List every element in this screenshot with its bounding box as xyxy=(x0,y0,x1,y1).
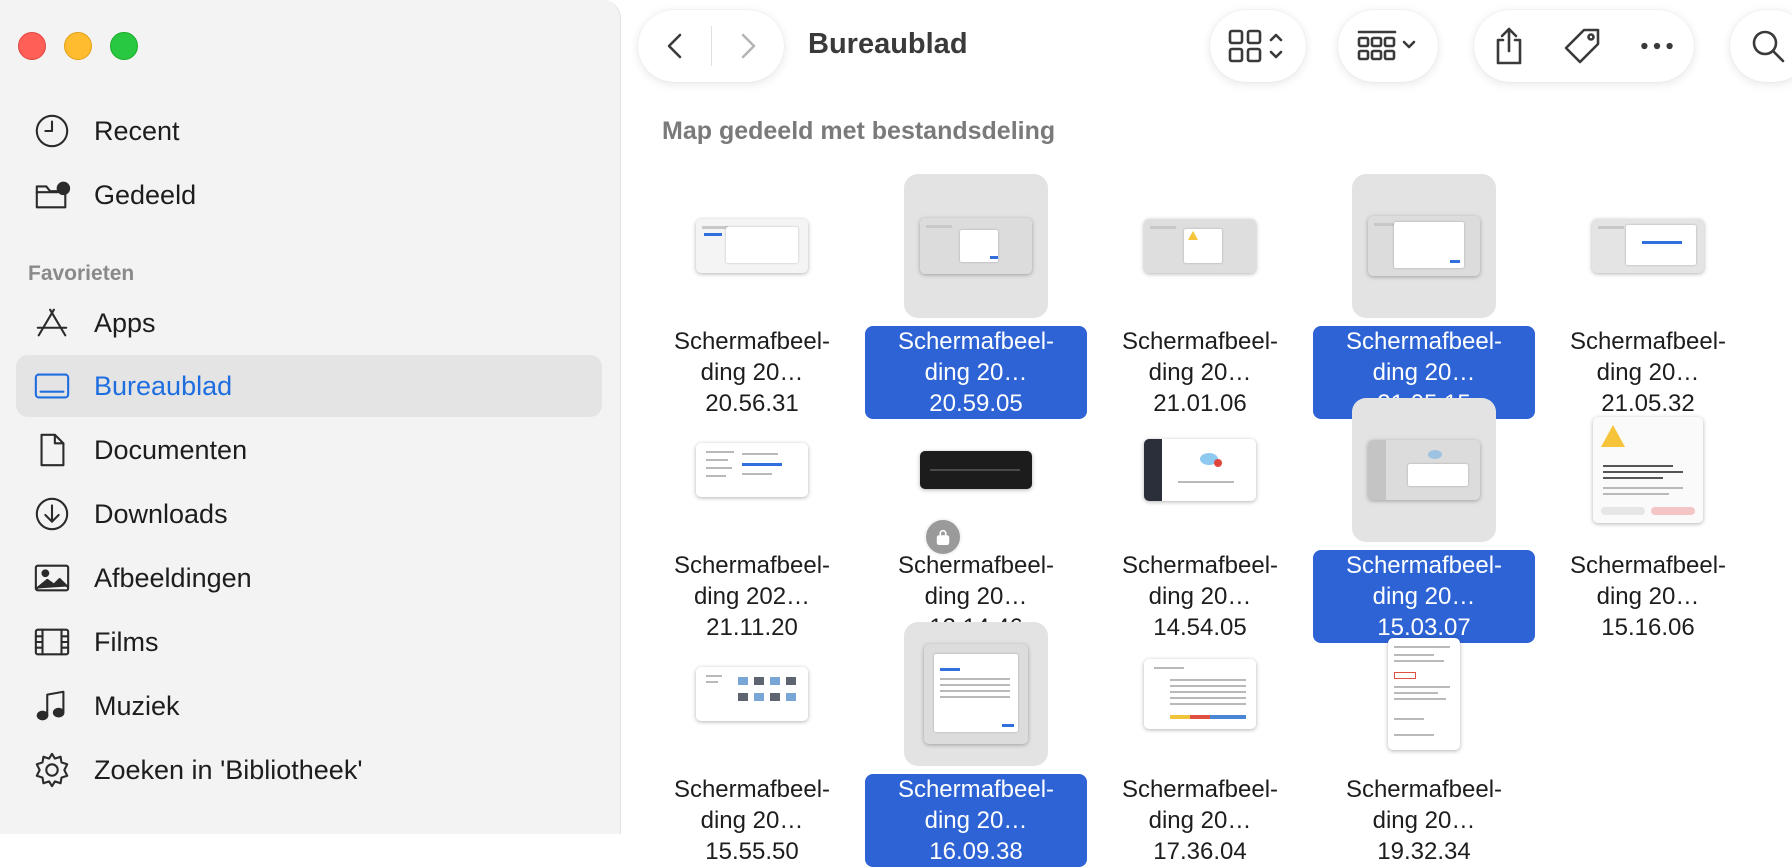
sidebar-item-bureaublad[interactable]: Bureaublad xyxy=(16,355,602,417)
file-item[interactable]: Schermafbeel-ding 20…15.55.50 xyxy=(641,622,863,865)
search-icon xyxy=(1752,30,1785,63)
sidebar: Recent Gedeeld Favorieten Apps Bureaubla… xyxy=(0,0,621,834)
download-icon xyxy=(32,494,72,534)
sidebar-item-apps[interactable]: Apps xyxy=(16,292,602,354)
zoom-window-button[interactable] xyxy=(110,32,138,60)
apps-icon xyxy=(32,303,72,343)
file-thumbnail xyxy=(680,398,824,542)
file-thumbnail xyxy=(1576,398,1720,542)
more-icon[interactable] xyxy=(1639,40,1675,52)
view-mode-button[interactable] xyxy=(1210,10,1306,82)
sidebar-item-label: Gedeeld xyxy=(94,179,197,210)
share-icon[interactable] xyxy=(1493,26,1525,66)
sidebar-item-label: Apps xyxy=(94,307,156,338)
file-item[interactable]: Schermafbeel-ding 20…17.36.04 xyxy=(1089,622,1311,865)
group-header: Map gedeeld met bestandsdeling xyxy=(662,117,1056,145)
file-thumbnail xyxy=(1128,622,1272,766)
close-window-button[interactable] xyxy=(18,32,46,60)
forward-button[interactable] xyxy=(726,16,768,76)
search-button[interactable] xyxy=(1730,10,1792,82)
clock-icon xyxy=(32,111,72,151)
sidebar-item-label: Films xyxy=(94,626,159,657)
group-by-button[interactable] xyxy=(1338,10,1438,82)
file-item[interactable]: Schermafbeel-ding 20…16.09.38 xyxy=(865,622,1087,867)
file-item[interactable]: Schermafbeel-ding 20…19.32.34 xyxy=(1313,622,1535,865)
sidebar-item-gedeeld[interactable]: Gedeeld xyxy=(16,164,602,226)
file-item[interactable]: Schermafbeel-ding 20…21.05.32 xyxy=(1537,174,1759,417)
sidebar-item-downloads[interactable]: Downloads xyxy=(16,483,602,545)
sidebar-item-label: Muziek xyxy=(94,690,180,721)
sidebar-item-label: Downloads xyxy=(94,498,228,529)
file-thumbnail xyxy=(1128,398,1272,542)
photo-icon xyxy=(32,558,72,598)
sidebar-item-label: Recent xyxy=(94,115,180,146)
back-icon xyxy=(667,33,681,59)
file-item[interactable]: Schermafbeel-ding 20…21.05.15 xyxy=(1313,174,1535,419)
file-name: Schermafbeel-ding 20…15.16.06 xyxy=(1569,552,1727,641)
file-thumbnail xyxy=(1352,398,1496,542)
file-thumbnail xyxy=(680,174,824,318)
file-item[interactable]: Schermafbeel-ding 20…20.59.05 xyxy=(865,174,1087,419)
shared-folder-icon xyxy=(32,175,72,215)
file-item[interactable]: Schermafbeel-ding 202…21.11.20 xyxy=(641,398,863,641)
file-thumbnail xyxy=(680,622,824,766)
file-thumbnail xyxy=(904,174,1048,318)
favorites-header: Favorieten xyxy=(28,262,135,285)
window-controls xyxy=(18,32,138,60)
film-icon xyxy=(32,622,72,662)
file-name: Schermafbeel-ding 20…17.36.04 xyxy=(1121,776,1279,865)
sidebar-item-label: Afbeeldingen xyxy=(94,562,252,593)
minimize-window-button[interactable] xyxy=(64,32,92,60)
file-item[interactable]: Schermafbeel-ding 20…14.54.05 xyxy=(1089,398,1311,641)
back-button[interactable] xyxy=(655,16,697,76)
sidebar-item-zoeken-bibliotheek[interactable]: Zoeken in 'Bibliotheek' xyxy=(16,739,602,801)
file-thumbnail xyxy=(904,622,1048,766)
sidebar-item-recent[interactable]: Recent xyxy=(16,100,602,162)
sidebar-item-documenten[interactable]: Documenten xyxy=(16,419,602,481)
file-thumbnail xyxy=(1352,174,1496,318)
file-name: Schermafbeel-ding 20…16.09.38 xyxy=(865,774,1087,867)
tag-icon[interactable] xyxy=(1562,26,1602,66)
file-item[interactable]: Schermafbeel-ding 20…13.14.46 xyxy=(865,398,1087,641)
sidebar-item-label: Documenten xyxy=(94,434,248,465)
actions-group xyxy=(1474,10,1694,82)
sidebar-item-label: Zoeken in 'Bibliotheek' xyxy=(94,754,363,785)
sidebar-item-muziek[interactable]: Muziek xyxy=(16,675,602,737)
file-item[interactable]: Schermafbeel-ding 20…15.03.07 xyxy=(1313,398,1535,643)
file-thumbnail xyxy=(904,398,1048,556)
desktop-icon xyxy=(32,366,72,406)
sidebar-item-afbeeldingen[interactable]: Afbeeldingen xyxy=(16,547,602,609)
icon-view-icon xyxy=(1228,29,1283,63)
window-title: Bureaublad xyxy=(808,28,968,60)
file-thumbnail xyxy=(1576,174,1720,318)
file-name: Schermafbeel-ding 20…19.32.34 xyxy=(1345,776,1503,865)
file-item[interactable]: Schermafbeel-ding 20…21.01.06 xyxy=(1089,174,1311,417)
navigation-buttons xyxy=(638,10,784,82)
gear-icon xyxy=(32,750,72,790)
file-thumbnail xyxy=(1352,622,1496,766)
file-name: Schermafbeel-ding 20…15.55.50 xyxy=(673,776,831,865)
group-icon xyxy=(1357,30,1416,61)
music-icon xyxy=(32,686,72,726)
sidebar-item-label: Bureaublad xyxy=(94,370,233,401)
forward-icon xyxy=(741,33,755,59)
document-icon xyxy=(32,430,72,470)
file-item[interactable]: Schermafbeel-ding 20…15.16.06 xyxy=(1537,398,1759,641)
file-item[interactable]: Schermafbeel-ding 20…20.56.31 xyxy=(641,174,863,417)
file-thumbnail xyxy=(1128,174,1272,318)
sidebar-item-films[interactable]: Films xyxy=(16,611,602,673)
